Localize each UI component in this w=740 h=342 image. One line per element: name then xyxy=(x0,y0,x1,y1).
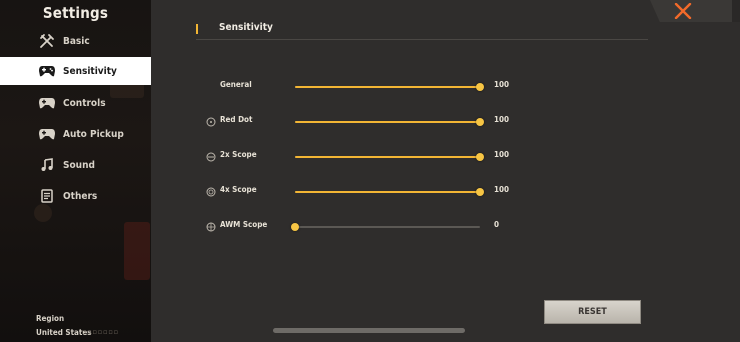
slider-value: 100 xyxy=(494,115,510,124)
slider-knob[interactable] xyxy=(476,118,484,126)
settings-title: Settings xyxy=(42,4,109,22)
settings-sidebar: Settings Basic Sensitivity Controls Auto… xyxy=(0,0,151,342)
2x-scope-sensitivity-slider[interactable] xyxy=(295,153,484,161)
slider-value: 0 xyxy=(494,220,500,229)
4x-scope-sensitivity-slider[interactable] xyxy=(295,188,484,196)
slider-label: Red Dot xyxy=(220,115,253,124)
awm-scope-icon xyxy=(206,222,216,232)
slider-fill xyxy=(295,191,480,193)
2x-scope-icon xyxy=(206,152,216,162)
reset-button[interactable]: RESET xyxy=(544,300,641,324)
close-button[interactable] xyxy=(664,0,702,22)
slider-knob[interactable] xyxy=(291,223,299,231)
red-dot-sensitivity-slider[interactable] xyxy=(295,118,484,126)
sidebar-item-label: Controls xyxy=(63,97,106,109)
slider-fill xyxy=(295,156,480,158)
slider-row-general: General 100 xyxy=(0,77,740,97)
scroll-handle[interactable] xyxy=(273,328,465,333)
4x-scope-icon xyxy=(206,187,216,197)
slider-value: 100 xyxy=(494,150,510,159)
slider-knob[interactable] xyxy=(476,83,484,91)
region-decoration: ▫▫▫▫▫▫▫ xyxy=(82,328,119,336)
section-title: Sensitivity xyxy=(219,22,273,33)
slider-row-2x-scope: 2x Scope 100 xyxy=(0,147,740,167)
tools-icon xyxy=(38,32,56,50)
slider-fill xyxy=(295,121,480,123)
sidebar-item-basic[interactable]: Basic xyxy=(0,27,151,55)
slider-label: 2x Scope xyxy=(220,150,257,159)
awm-scope-sensitivity-slider[interactable] xyxy=(291,223,480,231)
red-dot-scope-icon xyxy=(206,117,216,127)
slider-row-4x-scope: 4x Scope 100 xyxy=(0,182,740,202)
slider-label: General xyxy=(220,80,252,89)
section-divider xyxy=(196,39,648,40)
region-label: Region xyxy=(36,314,65,323)
slider-value: 100 xyxy=(494,80,510,89)
slider-value: 100 xyxy=(494,185,510,194)
close-icon xyxy=(674,3,692,19)
slider-label: 4x Scope xyxy=(220,185,257,194)
slider-row-awm-scope: AWM Scope 0 xyxy=(0,217,740,237)
general-sensitivity-slider[interactable] xyxy=(295,83,484,91)
slider-fill xyxy=(295,86,480,88)
slider-knob[interactable] xyxy=(476,188,484,196)
sidebar-item-label: Basic xyxy=(63,35,90,47)
slider-row-red-dot: Red Dot 100 xyxy=(0,112,740,132)
section-marker xyxy=(196,24,198,34)
slider-label: AWM Scope xyxy=(220,220,268,229)
slider-knob[interactable] xyxy=(476,153,484,161)
sidebar-item-label: Sensitivity xyxy=(63,65,117,77)
